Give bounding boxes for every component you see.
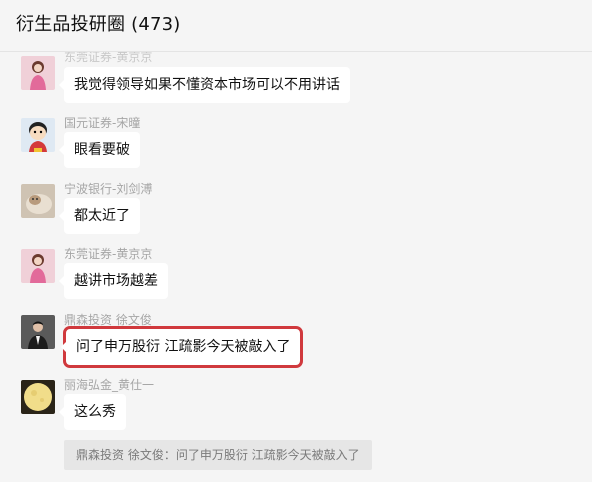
man-in-suit-avatar[interactable] [21, 315, 55, 349]
chat-header: 衍生品投研圈 (473) [0, 0, 592, 52]
woman-in-pink-avatar[interactable] [21, 249, 55, 283]
message-bubble[interactable]: 眼看要破 [59, 132, 140, 168]
message-bubble[interactable]: 越讲市场越差 [59, 263, 168, 299]
message-bubble[interactable]: 都太近了 [59, 198, 140, 234]
message-row: 东莞证券-黄京京 越讲市场越差 [0, 247, 592, 309]
woman-in-pink-avatar[interactable] [21, 56, 55, 90]
message-row: 东莞证券-黄京京 我觉得领导如果不懂资本市场可以不用讲话 [0, 50, 592, 116]
sender-name[interactable]: 宁波银行-刘剑溥 [64, 180, 152, 197]
cat-avatar[interactable] [21, 184, 55, 218]
message-bubble[interactable]: 这么秀 [59, 394, 126, 430]
message-bubble[interactable]: 问了申万股衍 江疏影今天被敲入了 [60, 326, 304, 368]
quoted-message[interactable]: 鼎森投资 徐文俊：问了申万股衍 江疏影今天被敲入了 [64, 440, 372, 470]
cartoon-boy-avatar[interactable] [21, 118, 55, 152]
message-row: 鼎森投资 徐文俊 问了申万股衍 江疏影今天被敲入了 [0, 313, 592, 375]
message-bubble[interactable]: 我觉得领导如果不懂资本市场可以不用讲话 [59, 67, 350, 103]
sender-name[interactable]: 丽海弘金_黄仕一 [64, 376, 154, 393]
moon-avatar[interactable] [21, 380, 55, 414]
chat-title: 衍生品投研圈 (473) [16, 14, 181, 35]
message-row: 宁波银行-刘剑溥 都太近了 [0, 182, 592, 244]
message-row: 国元证券-宋曈 眼看要破 [0, 116, 592, 178]
sender-name[interactable]: 国元证券-宋曈 [64, 114, 140, 131]
sender-name[interactable]: 鼎森投资 徐文俊 [64, 311, 152, 328]
sender-name[interactable]: 东莞证券-黄京京 [64, 245, 152, 262]
message-row: 丽海弘金_黄仕一 这么秀 [0, 378, 592, 440]
